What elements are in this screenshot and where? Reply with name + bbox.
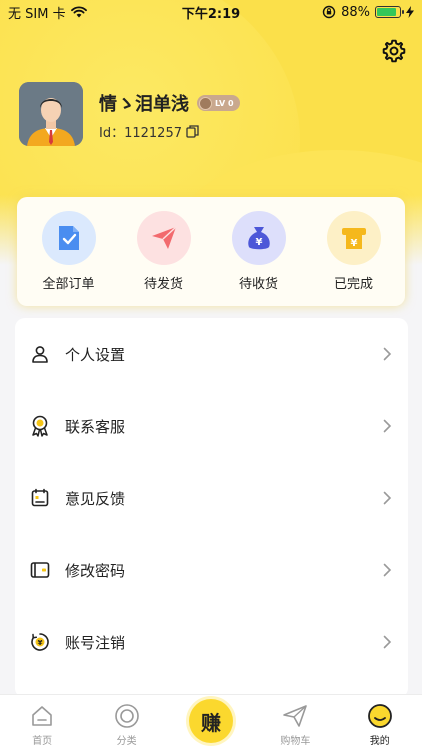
chevron-right-icon <box>380 491 394 505</box>
chevron-right-icon <box>380 419 394 433</box>
money-bag-icon: ¥ <box>231 211 286 265</box>
battery-percent: 88% <box>341 4 370 20</box>
wifi-icon <box>70 6 87 18</box>
chevron-right-icon <box>380 635 394 649</box>
user-id-row: Id：1121257 <box>99 122 199 141</box>
order-completed-button[interactable]: ¥ 已完成 <box>310 197 398 306</box>
clipboard-check-icon <box>41 211 96 265</box>
chevron-right-icon <box>380 347 394 361</box>
order-to-receive-button[interactable]: ¥ 待收货 <box>215 197 303 306</box>
battery-icon <box>375 6 404 18</box>
tab-cart[interactable]: 购物车 <box>253 695 337 750</box>
gear-icon <box>382 39 406 63</box>
settings-menu: 个人设置 联系客服 意见反馈 修改密码 ¥ 账号注销 <box>15 318 408 698</box>
order-status-card: 全部订单 待发货 ¥ 待收货 ¥ 已完成 <box>17 197 405 306</box>
menu-label: 个人设置 <box>65 345 126 364</box>
menu-item-feedback[interactable]: 意见反馈 <box>15 462 408 534</box>
svg-text:¥: ¥ <box>255 237 262 248</box>
menu-item-customer-service[interactable]: 联系客服 <box>15 390 408 462</box>
tab-label: 我的 <box>369 736 390 747</box>
order-to-ship-button[interactable]: 待发货 <box>120 197 208 306</box>
yen-coin-icon: ¥ <box>29 631 51 653</box>
orientation-lock-icon <box>322 5 336 19</box>
tab-label: 分类 <box>116 736 137 747</box>
paper-plane-icon <box>136 211 191 265</box>
status-bar: 无 SIM 卡 下午2:19 88% <box>0 0 422 24</box>
profile-header: 情ゝ泪单浅 LV 0 <box>99 90 240 116</box>
bottom-tab-bar: 首页 分类 赚 购物车 我的 <box>0 694 422 750</box>
menu-item-change-password[interactable]: 修改密码 <box>15 534 408 606</box>
tab-label: 购物车 <box>280 736 311 747</box>
order-completed-label: 已完成 <box>333 277 373 292</box>
carrier-label: 无 SIM 卡 <box>8 6 66 22</box>
order-all-button[interactable]: 全部订单 <box>25 197 113 306</box>
paper-plane-icon <box>282 703 308 729</box>
level-text: LV 0 <box>215 98 234 108</box>
wallet-key-icon <box>29 559 51 581</box>
tab-label: 首页 <box>32 736 53 747</box>
smiley-icon <box>367 703 393 729</box>
medal-icon <box>199 96 212 110</box>
order-to-ship-label: 待发货 <box>143 277 183 292</box>
settings-button[interactable] <box>380 37 408 65</box>
menu-item-delete-account[interactable]: ¥ 账号注销 <box>15 606 408 678</box>
tab-mine[interactable]: 我的 <box>338 695 422 750</box>
order-all-label: 全部订单 <box>42 277 95 292</box>
order-to-receive-label: 待收货 <box>238 277 278 292</box>
menu-label: 联系客服 <box>65 417 126 436</box>
menu-label: 修改密码 <box>65 561 126 580</box>
category-circle-icon <box>114 703 140 729</box>
user-avatar-icon <box>19 82 83 146</box>
svg-text:¥: ¥ <box>38 639 43 647</box>
tab-earn[interactable]: 赚 <box>169 695 253 750</box>
avatar[interactable] <box>19 82 83 146</box>
copy-icon[interactable] <box>186 125 199 138</box>
user-id: Id：1121257 <box>99 126 182 141</box>
nickname: 情ゝ泪单浅 <box>99 94 189 115</box>
chevron-right-icon <box>380 563 394 577</box>
menu-item-personal-settings[interactable]: 个人设置 <box>15 318 408 390</box>
menu-label: 账号注销 <box>65 633 126 652</box>
home-icon <box>29 703 55 729</box>
svg-text:¥: ¥ <box>350 238 357 249</box>
charging-bolt-icon <box>406 6 414 18</box>
tab-home[interactable]: 首页 <box>0 695 84 750</box>
level-badge: LV 0 <box>197 95 240 111</box>
person-icon <box>29 343 51 365</box>
ticket-icon: ¥ <box>326 211 381 265</box>
tab-category[interactable]: 分类 <box>85 695 169 750</box>
menu-label: 意见反馈 <box>65 489 126 508</box>
feedback-icon <box>29 487 51 509</box>
award-ribbon-icon <box>29 415 51 437</box>
earn-button: 赚 <box>188 699 233 743</box>
